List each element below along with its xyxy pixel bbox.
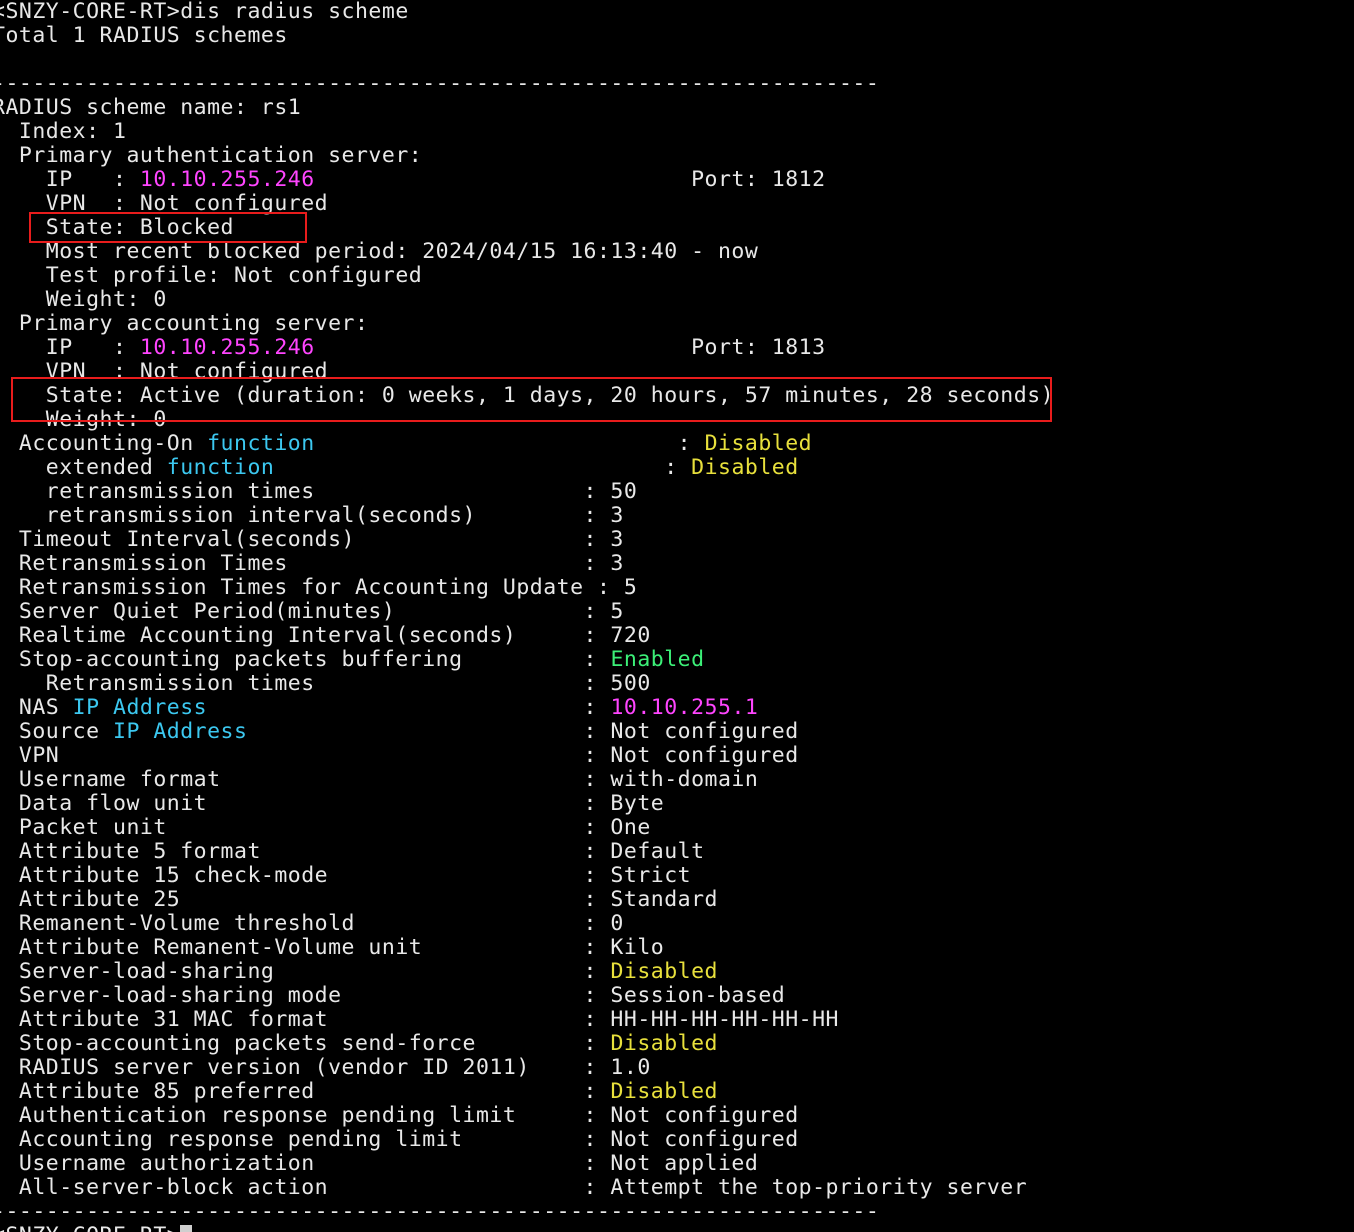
- param-server-version: RADIUS server version (vendor ID 2011) :…: [0, 1055, 651, 1080]
- param-label: Accounting-On: [0, 431, 208, 456]
- param-remanent-threshold: Remanent-Volume threshold : 0: [0, 911, 624, 936]
- total-line: Total 1 RADIUS schemes: [0, 23, 288, 48]
- primary-auth-vpn: VPN : Not configured: [0, 191, 329, 216]
- param-attr85: Attribute 85 preferred : Disabled: [0, 1080, 1054, 1104]
- param-quiet-period: Server Quiet Period(minutes) : 5: [0, 599, 624, 624]
- separator: ----------------------------------------…: [0, 1199, 880, 1224]
- param-label: Stop-accounting packets send-force :: [0, 1031, 611, 1056]
- param-sep: :: [207, 695, 611, 720]
- auth-port: Port: 1812: [691, 167, 826, 192]
- prompt: <SNZY-CORE-RT>: [0, 1223, 180, 1232]
- value-disabled: Disabled: [610, 1079, 718, 1104]
- param-attr15: Attribute 15 check-mode : Strict: [0, 863, 692, 888]
- prompt-line[interactable]: <SNZY-CORE-RT>: [0, 1224, 1054, 1232]
- value-disabled: Disabled: [704, 431, 813, 456]
- ip-label: IP :: [0, 167, 140, 192]
- ip-label: IP :: [0, 335, 140, 360]
- param-send-force: Stop-accounting packets send-force : Dis…: [0, 1032, 1054, 1056]
- param-label: extended: [0, 455, 167, 480]
- param-label: Server-load-sharing :: [0, 959, 611, 984]
- value-disabled: Disabled: [691, 455, 799, 480]
- terminal-window[interactable]: <SNZY-CORE-RT>dis radius scheme Total 1 …: [0, 0, 1354, 1232]
- primary-auth-header: Primary authentication server:: [0, 143, 423, 168]
- value-enabled: Enabled: [610, 647, 705, 672]
- param-extended-function: extended function : Disabled: [0, 456, 1054, 480]
- param-label: Stop-accounting packets buffering :: [0, 647, 611, 672]
- primary-acct-state: State: Active (duration: 0 weeks, 1 days…: [0, 383, 1055, 408]
- scheme-index: Index: 1: [0, 119, 127, 144]
- param-sep: :: [274, 455, 692, 480]
- ip-padding: [315, 335, 691, 360]
- param-attr31: Attribute 31 MAC format : HH-HH-HH-HH-HH…: [0, 1007, 839, 1032]
- param-retrans-times-buffer: Retransmission times : 500: [0, 671, 651, 696]
- param-username-auth: Username authorization : Not applied: [0, 1151, 759, 1176]
- keyword-function: function: [207, 431, 315, 456]
- param-load-sharing-mode: Server-load-sharing mode : Session-based: [0, 983, 786, 1008]
- param-retrans-interval: retransmission interval(seconds) : 3: [0, 503, 624, 528]
- keyword-ip-address: IP Address: [72, 695, 208, 720]
- param-retrans-times: retransmission times : 50: [0, 479, 638, 504]
- cursor: [180, 1225, 193, 1232]
- primary-auth-weight: Weight: 0: [0, 287, 167, 312]
- acct-ip-value: 10.10.255.246: [139, 335, 315, 360]
- primary-auth-test-profile: Test profile: Not configured: [0, 263, 423, 288]
- acct-port: Port: 1813: [691, 335, 826, 360]
- terminal-output: <SNZY-CORE-RT>dis radius scheme Total 1 …: [0, 0, 1054, 1232]
- primary-acct-ip-line: IP : 10.10.255.246 Port: 1813: [0, 336, 1054, 360]
- primary-auth-ip-line: IP : 10.10.255.246 Port: 1812: [0, 168, 1054, 192]
- nas-ip-value: 10.10.255.1: [610, 695, 759, 720]
- param-retrans-acct-update: Retransmission Times for Accounting Upda…: [0, 575, 638, 600]
- param-realtime-interval: Realtime Accounting Interval(seconds) : …: [0, 623, 651, 648]
- param-source-ip: Source IP Address : Not configured: [0, 720, 1054, 744]
- param-attr25: Attribute 25 : Standard: [0, 887, 718, 912]
- param-value: : Not configured: [247, 719, 799, 744]
- primary-auth-state: State: Blocked: [0, 215, 234, 240]
- command-line: <SNZY-CORE-RT>dis radius scheme: [0, 0, 409, 24]
- param-acct-pending: Accounting response pending limit : Not …: [0, 1127, 799, 1152]
- param-all-server-block: All-server-block action : Attempt the to…: [0, 1175, 1028, 1200]
- primary-acct-vpn: VPN : Not configured: [0, 359, 329, 384]
- primary-auth-blocked-period: Most recent blocked period: 2024/04/15 1…: [0, 239, 759, 264]
- scheme-name: RADIUS scheme name: rs1: [0, 95, 302, 120]
- value-disabled: Disabled: [610, 959, 718, 984]
- param-load-sharing: Server-load-sharing : Disabled: [0, 960, 1054, 984]
- param-label: Attribute 85 preferred :: [0, 1079, 611, 1104]
- ip-padding: [315, 167, 691, 192]
- param-timeout: Timeout Interval(seconds) : 3: [0, 527, 624, 552]
- param-label: NAS: [0, 695, 73, 720]
- param-attr5: Attribute 5 format : Default: [0, 839, 705, 864]
- param-data-flow-unit: Data flow unit : Byte: [0, 791, 665, 816]
- param-username-format: Username format : with-domain: [0, 767, 759, 792]
- param-nas-ip: NAS IP Address : 10.10.255.1: [0, 696, 1054, 720]
- separator: ----------------------------------------…: [0, 71, 880, 96]
- param-packet-unit: Packet unit : One: [0, 815, 651, 840]
- param-retrans-times-main: Retransmission Times : 3: [0, 551, 624, 576]
- param-stop-acct-buffering: Stop-accounting packets buffering : Enab…: [0, 648, 1054, 672]
- param-remanent-unit: Attribute Remanent-Volume unit : Kilo: [0, 935, 665, 960]
- param-auth-pending: Authentication response pending limit : …: [0, 1103, 799, 1128]
- keyword-function: function: [166, 455, 275, 480]
- auth-ip-value: 10.10.255.246: [139, 167, 315, 192]
- param-accounting-on: Accounting-On function : Disabled: [0, 432, 1054, 456]
- keyword-ip-address: IP Address: [113, 719, 248, 744]
- param-sep: :: [314, 431, 705, 456]
- param-label: Source: [0, 719, 113, 744]
- value-disabled: Disabled: [610, 1031, 718, 1056]
- primary-acct-weight: Weight: 0: [0, 407, 167, 432]
- param-vpn: VPN : Not configured: [0, 743, 799, 768]
- primary-acct-header: Primary accounting server:: [0, 311, 369, 336]
